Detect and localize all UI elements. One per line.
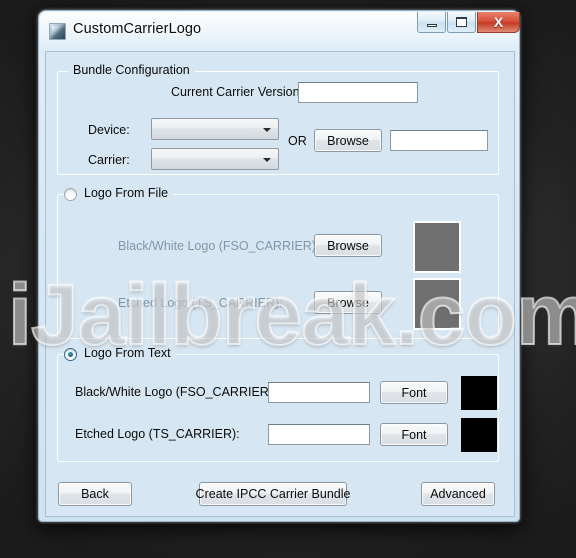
back-button[interactable]: Back <box>58 482 132 506</box>
close-button[interactable]: X <box>477 12 520 33</box>
close-icon: X <box>493 14 504 30</box>
or-label: OR <box>288 134 307 148</box>
chevron-down-icon <box>263 128 271 132</box>
maximize-icon <box>456 17 467 27</box>
minimize-button[interactable] <box>417 12 446 33</box>
text-row-1-label: Etched Logo (TS_CARRIER): <box>75 427 240 441</box>
window-title: CustomCarrierLogo <box>73 21 202 37</box>
logo-from-file-legend-wrap: Logo From File <box>64 186 174 201</box>
logo-from-text-legend-wrap: Logo From Text <box>64 346 176 361</box>
device-label: Device: <box>88 123 130 137</box>
bundle-configuration-legend: Bundle Configuration <box>68 63 195 77</box>
maximize-button[interactable] <box>447 12 476 33</box>
client-area: Bundle Configuration Current Carrier Ver… <box>45 51 515 517</box>
bundle-path-input[interactable] <box>390 130 488 151</box>
text-row-0-label: Black/White Logo (FSO_CARRIER): <box>75 385 277 399</box>
text-row-1-input[interactable] <box>268 424 370 445</box>
file-row-0-label: Black/White Logo (FSO_CARRIER): <box>118 239 320 253</box>
logo-from-file-radio[interactable] <box>64 188 77 201</box>
file-row-0-preview <box>413 221 461 273</box>
device-combobox[interactable] <box>151 118 279 140</box>
carrier-combobox[interactable] <box>151 148 279 170</box>
file-row-1-browse-button[interactable]: Browse <box>314 291 382 314</box>
bundle-configuration-group: Bundle Configuration Current Carrier Ver… <box>57 63 499 175</box>
file-row-0-browse-button[interactable]: Browse <box>314 234 382 257</box>
app-logo-icon <box>49 23 66 40</box>
logo-from-text-group: Logo From Text Black/White Logo (FSO_CAR… <box>57 346 499 462</box>
logo-from-text-radio[interactable] <box>64 348 77 361</box>
text-row-0-input[interactable] <box>268 382 370 403</box>
file-row-1-label: Etched Logo (TS_CARRIER): <box>118 296 283 310</box>
create-ipcc-carrier-bundle-button[interactable]: Create IPCC Carrier Bundle <box>196 482 350 506</box>
current-carrier-version-label: Current Carrier Version: <box>171 85 303 99</box>
logo-from-file-group: Logo From File Black/White Logo (FSO_CAR… <box>57 186 499 339</box>
text-row-1-color-swatch[interactable] <box>461 418 497 452</box>
carrier-label: Carrier: <box>88 153 130 167</box>
chevron-down-icon <box>263 158 271 162</box>
text-row-1-font-button[interactable]: Font <box>380 423 448 446</box>
logo-from-text-label: Logo From Text <box>84 346 171 360</box>
bundle-browse-button[interactable]: Browse <box>314 129 382 152</box>
title-bar: CustomCarrierLogo X <box>39 11 521 51</box>
minimize-icon <box>426 23 437 27</box>
current-carrier-version-input[interactable] <box>298 82 418 103</box>
file-row-1-preview <box>413 278 461 330</box>
advanced-button[interactable]: Advanced <box>421 482 495 506</box>
application-window: CustomCarrierLogo X Bundle Configuration… <box>38 10 520 522</box>
text-row-0-color-swatch[interactable] <box>461 376 497 410</box>
text-row-0-font-button[interactable]: Font <box>380 381 448 404</box>
logo-from-file-label: Logo From File <box>84 186 169 200</box>
